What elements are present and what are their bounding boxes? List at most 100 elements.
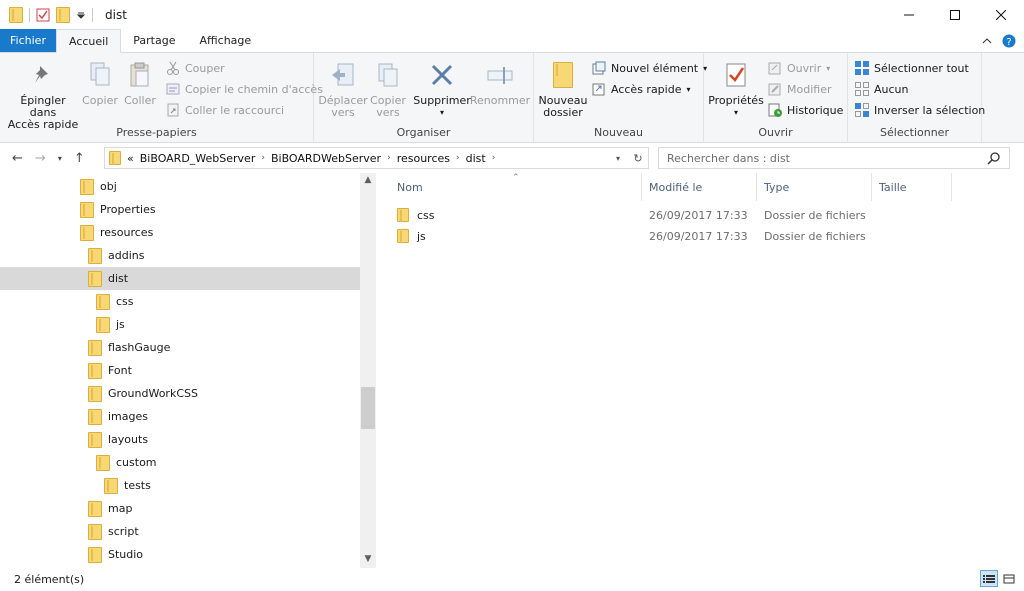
select-none-label: Aucun [874, 82, 909, 96]
tab-home[interactable]: Accueil [56, 29, 122, 53]
copy-path-button[interactable]: Copier le chemin d'accès [166, 82, 323, 96]
tree-item-flashgauge[interactable]: flashGauge [0, 336, 360, 359]
tree-item-tests[interactable]: tests [0, 474, 360, 497]
copy-button[interactable]: Copier [80, 59, 120, 107]
item-count: 2 élément(s) [14, 573, 85, 586]
close-button[interactable] [978, 0, 1024, 30]
new-item-button[interactable]: Nouvel élément ▾ [592, 61, 707, 75]
rename-button[interactable]: Renommer [470, 59, 530, 107]
address-bar[interactable]: « BiBOARD_WebServer › BiBOARDWebServer ›… [104, 147, 649, 169]
tab-file[interactable]: Fichier [0, 29, 56, 52]
tree-item-script[interactable]: script [0, 520, 360, 543]
copy-to-button[interactable]: Copier vers [366, 59, 410, 119]
folder-icon [96, 293, 110, 310]
folder-icon [96, 316, 110, 333]
cut-button[interactable]: Couper [166, 61, 225, 75]
tree-item-font[interactable]: Font [0, 359, 360, 382]
tree-item-resources[interactable]: resources [0, 221, 360, 244]
column-header-name[interactable]: Nom [380, 173, 642, 201]
file-name: css [417, 208, 435, 222]
back-arrow-icon[interactable]: ← [12, 151, 23, 166]
tree-item-studio[interactable]: Studio [0, 543, 360, 566]
breadcrumb-item[interactable]: BiBOARDWebServer [271, 152, 381, 165]
properties-button[interactable]: Propriétés ▾ [708, 59, 764, 119]
table-row[interactable]: js 26/09/2017 17:33 Dossier de fichiers [397, 226, 997, 246]
invert-selection-button[interactable]: Inverser la sélection [855, 103, 985, 117]
customize-dropdown-icon[interactable] [76, 10, 86, 20]
pin-quick-access-button[interactable]: Épingler dans Accès rapide [6, 59, 80, 131]
paste-shortcut-button[interactable]: Coller le raccourci [166, 103, 284, 117]
search-input[interactable]: Rechercher dans : dist [658, 147, 1010, 169]
tree-item-properties[interactable]: Properties [0, 198, 360, 221]
scrollbar-thumb[interactable] [361, 387, 375, 429]
navigation-bar: ← → ▾ ↑ « BiBOARD_WebServer › BiBOARDWeb… [0, 143, 1024, 173]
move-to-label-2: vers [331, 106, 355, 119]
new-folder-button[interactable]: Nouveau dossier [538, 59, 588, 119]
breadcrumb-item[interactable]: dist [466, 152, 486, 165]
tab-view[interactable]: Affichage [188, 29, 264, 52]
move-to-button[interactable]: Déplacer vers [318, 59, 368, 119]
breadcrumb-chevron-icon[interactable]: › [387, 153, 391, 163]
open-button[interactable]: Ouvrir ▾ [768, 61, 830, 75]
edit-button[interactable]: Modifier [768, 82, 831, 96]
folder-icon [88, 523, 102, 540]
breadcrumb-item[interactable]: resources [397, 152, 450, 165]
file-modified: 26/09/2017 17:33 [649, 208, 748, 222]
tree-item-groundworkcss[interactable]: GroundWorkCSS [0, 382, 360, 405]
help-icon[interactable]: ? [1002, 34, 1016, 48]
up-arrow-icon[interactable]: ↑ [74, 151, 85, 166]
column-header-type[interactable]: Type [757, 173, 872, 201]
nav-pane-scrollbar[interactable]: ▲ ▼ [360, 173, 376, 568]
breadcrumb-chevron-icon[interactable]: › [492, 153, 496, 163]
breadcrumb-item[interactable]: BiBOARD_WebServer [140, 152, 256, 165]
tab-share[interactable]: Partage [121, 29, 187, 52]
tree-item-dist[interactable]: dist [0, 267, 360, 290]
table-row[interactable]: css 26/09/2017 17:33 Dossier de fichiers [397, 205, 997, 225]
select-all-button[interactable]: Sélectionner tout [855, 61, 969, 75]
history-button[interactable]: Historique [768, 103, 843, 117]
easy-access-icon [592, 83, 605, 96]
easy-access-button[interactable]: Accès rapide ▾ [592, 82, 691, 96]
tree-item-obj[interactable]: obj [0, 175, 360, 198]
recent-locations-chevron-icon[interactable]: ▾ [58, 154, 62, 163]
tree-item-addins[interactable]: addins [0, 244, 360, 267]
tree-item-images[interactable]: images [0, 405, 360, 428]
minimize-button[interactable] [886, 0, 932, 30]
tree-item-label: tests [124, 479, 151, 492]
folder-icon [9, 7, 23, 23]
tree-item-label: dist [108, 272, 129, 285]
select-none-button[interactable]: Aucun [855, 82, 909, 96]
scroll-up-icon[interactable]: ▲ [360, 175, 376, 185]
search-icon[interactable] [987, 151, 1001, 165]
tree-item-label: GroundWorkCSS [108, 387, 198, 400]
tree-item-map[interactable]: map [0, 497, 360, 520]
tree-item-js[interactable]: js [0, 313, 360, 336]
properties-check-icon[interactable] [36, 8, 50, 22]
column-header-modified[interactable]: Modifié le [642, 173, 757, 201]
refresh-icon[interactable]: ↻ [628, 152, 648, 165]
delete-dropdown-icon[interactable]: ▾ [440, 107, 444, 119]
address-dropdown-icon[interactable]: ▾ [608, 154, 628, 163]
column-header-size[interactable]: Taille [872, 173, 952, 201]
tree-item-label: Font [108, 364, 132, 377]
new-folder-icon[interactable] [56, 7, 70, 23]
breadcrumb-overflow[interactable]: « [127, 152, 134, 165]
scroll-down-icon[interactable]: ▼ [360, 554, 376, 564]
tree-item-css[interactable]: css [0, 290, 360, 313]
details-view-button[interactable] [980, 570, 998, 587]
open-group: Propriétés ▾ Ouvrir ▾ Modifier Historiqu… [704, 53, 848, 143]
breadcrumb-chevron-icon[interactable]: › [261, 153, 265, 163]
forward-arrow-icon[interactable]: → [35, 151, 46, 166]
paste-button[interactable]: Coller [122, 59, 158, 107]
tree-item-layouts[interactable]: layouts [0, 428, 360, 451]
properties-dropdown-icon[interactable]: ▾ [734, 107, 738, 119]
breadcrumb-chevron-icon[interactable]: › [456, 153, 460, 163]
maximize-button[interactable] [932, 0, 978, 30]
delete-button[interactable]: Supprimer ▾ [413, 59, 471, 119]
large-icons-view-button[interactable] [1000, 570, 1018, 587]
tree-item-label: custom [116, 456, 157, 469]
navigation-pane: obj Properties resources addins dist css… [0, 173, 376, 568]
tree-item-custom[interactable]: custom [0, 451, 360, 474]
new-group: Nouveau dossier Nouvel élément ▾ Accès r… [534, 53, 707, 143]
collapse-ribbon-icon[interactable] [982, 37, 992, 45]
